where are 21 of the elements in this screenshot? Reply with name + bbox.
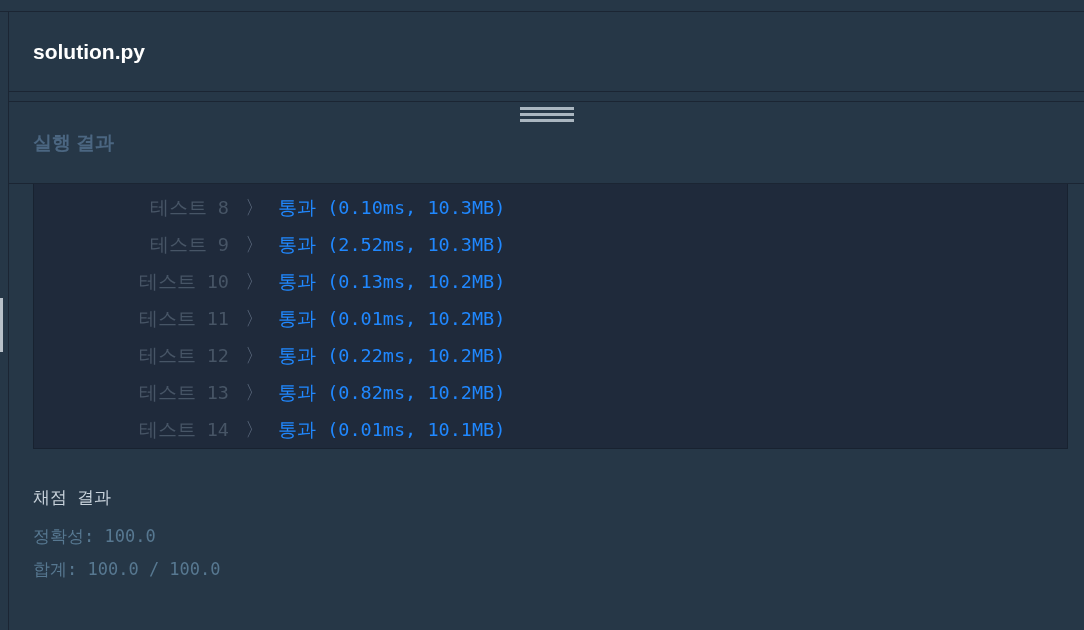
grading-line: 합계: 100.0 / 100.0 <box>33 559 221 579</box>
grading-title: 채점 결과 <box>33 487 112 507</box>
separator-glyph: 〉 <box>245 232 264 257</box>
test-result: 통과 (2.52ms, 10.3MB) <box>278 232 506 257</box>
resize-handle[interactable] <box>519 107 574 122</box>
test-result: 통과 (0.82ms, 10.2MB) <box>278 380 506 405</box>
test-result: 통과 (0.13ms, 10.2MB) <box>278 269 506 294</box>
separator-glyph: 〉 <box>245 343 264 368</box>
test-result: 통과 (0.10ms, 10.3MB) <box>278 195 506 220</box>
separator-glyph: 〉 <box>245 195 264 220</box>
grading-line: 정확성: 100.0 <box>33 526 156 546</box>
separator-glyph: 〉 <box>245 306 264 331</box>
file-name: solution.py <box>33 41 145 62</box>
test-result: 통과 (0.01ms, 10.1MB) <box>278 417 506 442</box>
separator-glyph: 〉 <box>245 380 264 405</box>
scroll-thumb[interactable] <box>0 298 3 352</box>
test-result: 통과 (0.22ms, 10.2MB) <box>278 343 506 368</box>
separator-glyph: 〉 <box>245 417 264 442</box>
section-title: 실행 결과 <box>33 132 115 153</box>
test-result: 통과 (0.01ms, 10.2MB) <box>278 306 506 331</box>
separator-glyph: 〉 <box>245 269 264 294</box>
